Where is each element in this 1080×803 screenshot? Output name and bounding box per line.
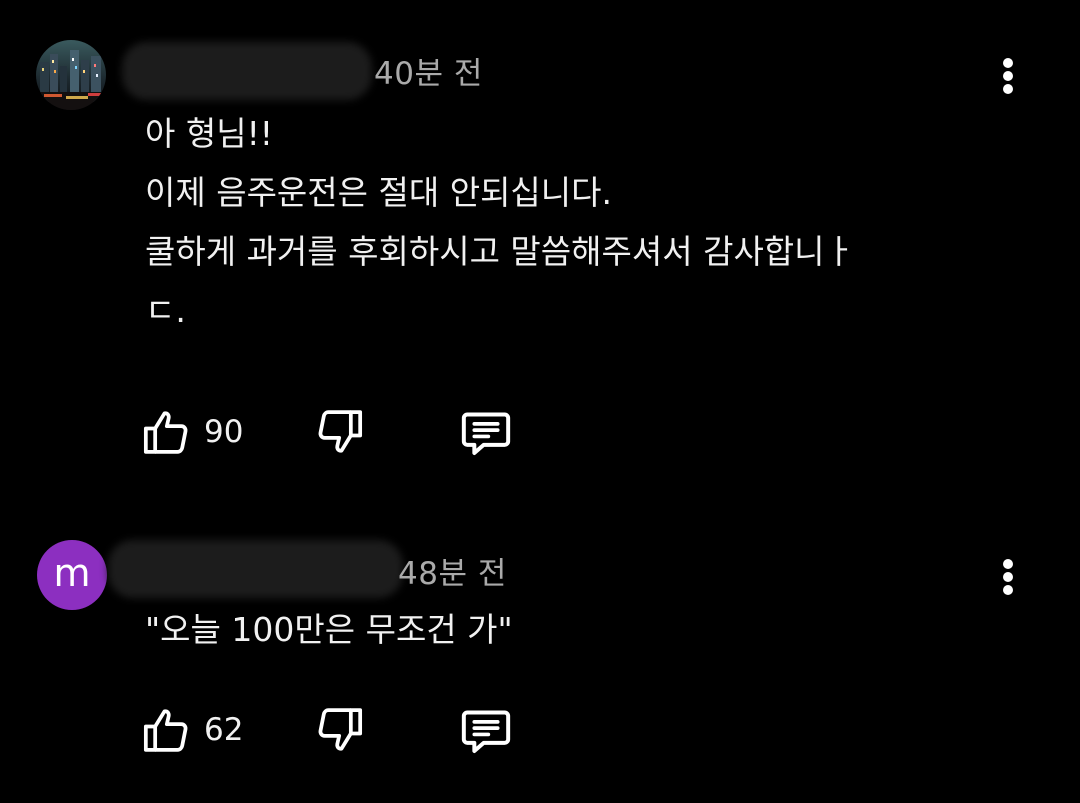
more-vert-icon bbox=[1003, 559, 1013, 569]
reply-button[interactable] bbox=[458, 702, 514, 758]
more-options-button[interactable] bbox=[988, 45, 1028, 105]
comment-item: 40분 전 아 형님!! 이제 음주운전은 절대 안되십니다. 쿨하게 과거를 … bbox=[0, 0, 1080, 520]
thumb-down-icon bbox=[318, 410, 363, 453]
reply-icon bbox=[461, 710, 511, 753]
comment-line: "오늘 100만은 무조건 가" bbox=[145, 610, 513, 649]
more-vert-icon bbox=[1003, 58, 1013, 68]
comment-text: 아 형님!! 이제 음주운전은 절대 안되십니다. 쿨하게 과거를 후회하시고 … bbox=[145, 104, 1015, 340]
dislike-button[interactable] bbox=[310, 404, 366, 460]
avatar-letter: m bbox=[53, 551, 91, 595]
comment-line: ㄷ. bbox=[145, 291, 186, 330]
like-count: 90 bbox=[204, 414, 244, 450]
redacted-username bbox=[122, 42, 372, 100]
comment-line: 아 형님!! bbox=[145, 114, 274, 153]
avatar-city-image bbox=[36, 40, 106, 110]
avatar[interactable]: m bbox=[37, 540, 107, 610]
thumb-up-icon bbox=[143, 411, 188, 454]
more-options-button[interactable] bbox=[988, 546, 1028, 606]
thumb-up-icon bbox=[143, 709, 188, 752]
comment-actions: 90 bbox=[0, 402, 1080, 462]
comment-item: m 48분 전 "오늘 100만은 무조건 가" 62 bbox=[0, 520, 1080, 803]
like-count: 62 bbox=[204, 712, 244, 748]
thumb-down-icon bbox=[318, 708, 363, 751]
comment-line: 이제 음주운전은 절대 안되십니다. bbox=[145, 173, 612, 212]
redacted-username bbox=[108, 540, 403, 598]
comments-page: 40분 전 아 형님!! 이제 음주운전은 절대 안되십니다. 쿨하게 과거를 … bbox=[0, 0, 1080, 803]
comment-actions: 62 bbox=[0, 700, 1080, 760]
comment-line: 쿨하게 과거를 후회하시고 말씀해주셔서 감사합니ㅏ bbox=[145, 232, 855, 271]
reply-icon bbox=[461, 412, 511, 455]
like-button[interactable] bbox=[140, 702, 196, 758]
like-button[interactable] bbox=[140, 404, 196, 460]
comment-timestamp: 48분 전 bbox=[398, 556, 507, 592]
reply-button[interactable] bbox=[458, 404, 514, 460]
comment-text: "오늘 100만은 무조건 가" bbox=[145, 600, 1015, 659]
dislike-button[interactable] bbox=[310, 702, 366, 758]
comment-timestamp: 40분 전 bbox=[374, 56, 483, 92]
avatar[interactable] bbox=[36, 40, 106, 110]
